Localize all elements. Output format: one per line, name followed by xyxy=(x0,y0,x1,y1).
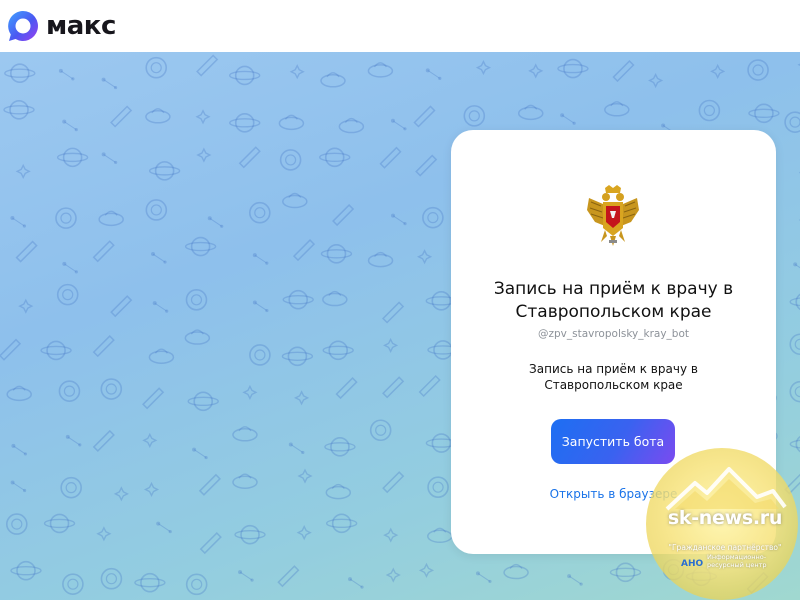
max-logo-icon xyxy=(8,11,38,41)
sk-news-watermark: sk-news.ru "Гражданское партнёрство" АНО… xyxy=(645,447,800,600)
top-bar: макс xyxy=(0,0,800,52)
bot-title: Запись на приём к врачу в Ставропольском… xyxy=(493,279,734,322)
bot-username: @zpv_stavropolsky_kray_bot xyxy=(537,328,690,340)
brand-logo[interactable]: макс xyxy=(6,6,116,46)
watermark-party: "Гражданское партнёрство" xyxy=(668,543,782,552)
russian-coat-of-arms-icon xyxy=(587,185,639,246)
watermark-ano: АНО xyxy=(681,559,704,569)
bot-description: Запись на приём к врачу в Ставропольском… xyxy=(529,362,698,392)
page: макс Запись на приём к врачу в Ставропол… xyxy=(0,0,800,600)
watermark-site: sk-news.ru xyxy=(667,507,783,529)
brand-name: макс xyxy=(46,11,116,41)
watermark-org: Информационно-ресурсный центр xyxy=(707,553,767,569)
